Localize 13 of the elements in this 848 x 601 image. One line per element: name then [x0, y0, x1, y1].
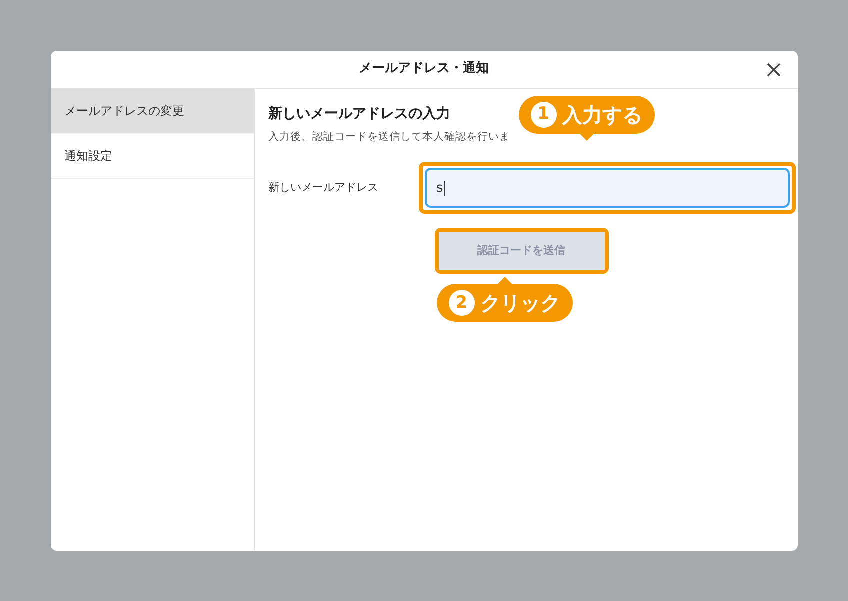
section-title: 新しいメールアドレスの入力 [268, 104, 450, 124]
input-field[interactable]: s [424, 168, 790, 208]
close-icon [766, 62, 782, 78]
field-value: s [436, 180, 444, 198]
section-description: 入力後、認証コードを送信して本人確認を行いま [268, 130, 510, 144]
callout-text: クリック [480, 290, 560, 316]
callout-text: 入力する [562, 102, 642, 128]
step-number: 1 [530, 102, 556, 128]
field-label: 新しいメールアドレス [268, 180, 380, 196]
step-number: 2 [448, 290, 474, 316]
window-title: メールアドレス・通知 [359, 60, 489, 78]
sidebar-item[interactable]: メールアドレスの変更 [50, 88, 254, 134]
text-caret [444, 180, 446, 196]
